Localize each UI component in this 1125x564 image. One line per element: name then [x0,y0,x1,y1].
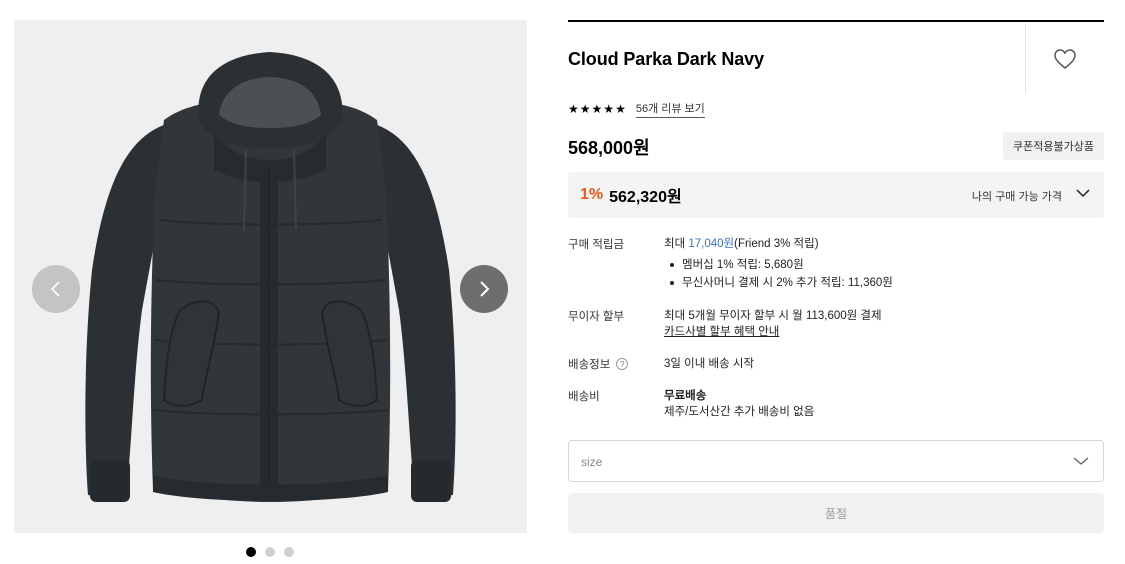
delivery-text: 3일 이내 배송 시작 [664,358,755,370]
size-select[interactable]: size [568,440,1104,482]
gallery-next-button[interactable] [460,265,508,313]
star-icon: ★ [603,102,615,116]
shipping-fee-label: 배송비 [568,391,600,403]
like-button[interactable] [1025,24,1104,94]
installment-value: 최대 5개월 무이자 할부 시 월 113,600원 결제 카드사별 할부 혜택… [664,308,882,340]
delivery-label-wrap: 배송정보 ? [568,356,629,372]
chevron-left-icon [50,281,60,297]
discount-rate: 1% [580,186,604,203]
product-image [85,52,456,502]
help-icon[interactable]: ? [616,358,629,370]
gallery-dot-1[interactable] [246,547,256,557]
shipping-fee-value: 무료배송 제주/도서산간 추가 배송비 없음 [664,388,814,420]
chevron-down-icon [1076,189,1090,198]
points-max-amount: 17,040원 [688,238,735,250]
member-price: 562,320원 [609,189,682,206]
star-icon: ★ [579,102,591,116]
product-title: Cloud Parka Dark Navy [568,49,764,69]
points-breakdown: 멤버십 1% 적립: 5,680원 무신사머니 결제 시 2% 추가 적립: 1… [664,256,893,292]
price-row: 568,000원 쿠폰적용불가상품 [568,132,1104,160]
star-icon: ★ [591,102,603,116]
product-gallery [14,20,527,533]
points-label: 구매 적립금 [568,239,625,251]
gallery-pagination [246,547,294,557]
heart-icon [1054,49,1076,69]
points-bullet-money: 무신사머니 결제 시 2% 추가 적립: 11,360원 [664,274,893,292]
my-price-label: 나의 구매 가능 가격 [971,191,1062,203]
title-row: Cloud Parka Dark Navy [568,22,1104,94]
original-price: 568,000원 [568,138,650,158]
rating-row: ★ ★ ★ ★ ★ 56개 리뷰 보기 [568,100,705,118]
my-price-toggle[interactable]: 1% 562,320원 나의 구매 가능 가격 [568,172,1104,218]
gallery-prev-button[interactable] [32,265,80,313]
installment-text: 최대 5개월 무이자 할부 시 월 113,600원 결제 [664,310,882,322]
chevron-right-icon [480,281,490,297]
points-max-prefix: 최대 [664,238,689,250]
review-link[interactable]: 56개 리뷰 보기 [635,100,705,118]
points-bullet-membership: 멤버십 1% 적립: 5,680원 [664,256,893,274]
star-rating: ★ ★ ★ ★ ★ [568,103,626,115]
star-icon: ★ [615,102,626,116]
points-value: 최대 17,040원(Friend 3% 적립) 멤버십 1% 적립: 5,68… [664,236,893,292]
sold-out-button[interactable]: 품절 [568,493,1104,533]
installment-link[interactable]: 카드사별 할부 혜택 안내 [664,324,882,340]
chevron-down-icon [1073,457,1089,465]
star-icon: ★ [568,102,579,116]
gallery-dot-2[interactable] [265,547,275,557]
coupon-badge: 쿠폰적용불가상품 [1003,132,1104,160]
installment-label: 무이자 할부 [568,311,625,323]
points-max-suffix: (Friend 3% 적립) [734,238,819,250]
delivery-label: 배송정보 [568,359,611,371]
shipping-fee-text: 제주/도서산간 추가 배송비 없음 [664,406,815,418]
size-placeholder: size [581,455,603,469]
gallery-dot-3[interactable] [284,547,294,557]
shipping-fee-title: 무료배송 [664,390,707,402]
product-info-panel: Cloud Parka Dark Navy ★ ★ ★ ★ ★ 56개 리뷰 보… [568,20,1104,533]
